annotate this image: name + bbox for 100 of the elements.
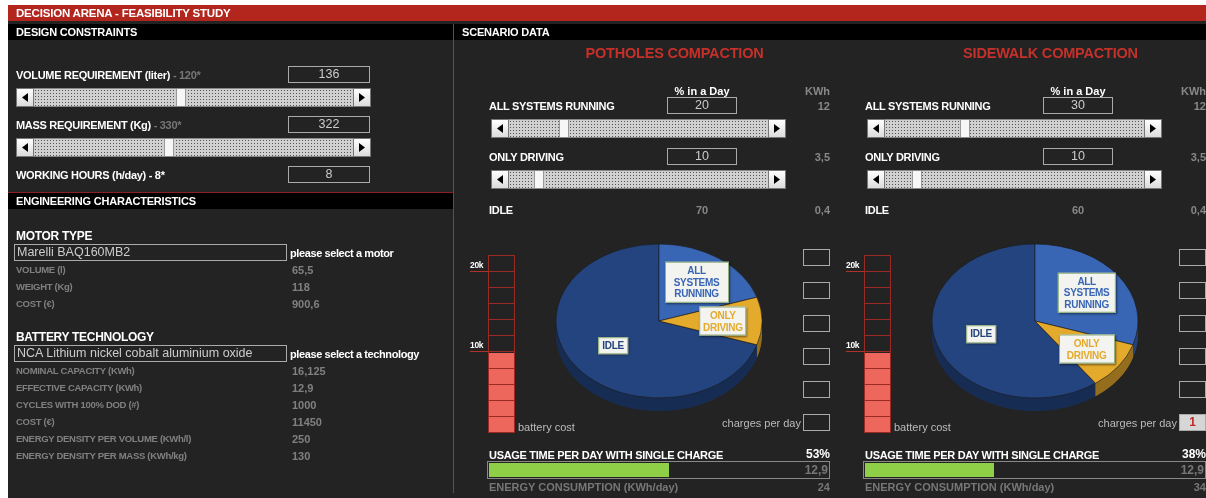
property-value: 12,9 <box>292 381 315 394</box>
kwh-value: 3,5 <box>1189 150 1206 163</box>
field-label: MASS REQUIREMENT (Kg) - 330* <box>16 118 183 131</box>
property-label: CYCLES WITH 100% DOD (#) <box>16 399 141 410</box>
scroll-right-button[interactable] <box>768 170 786 189</box>
scroll-left-button[interactable] <box>867 170 885 189</box>
slice-label: IDLE <box>966 325 996 343</box>
charge-slot <box>803 249 830 266</box>
kwh-value: 0,4 <box>813 203 830 216</box>
axis-tick-label: 20k <box>470 255 488 272</box>
axis-tick-label: 10k <box>470 335 488 352</box>
charge-slot <box>803 381 830 398</box>
slice-label: ALL SYSTEMS RUNNING <box>1057 272 1116 314</box>
section-header: SCENARIO DATA <box>454 24 1206 40</box>
usage-label: USAGE TIME PER DAY WITH SINGLE CHARGE <box>865 449 1099 461</box>
scenario-title: POTHOLES COMPACTION <box>584 45 765 63</box>
value-field[interactable]: 322 <box>288 116 370 133</box>
energy-label: ENERGY CONSUMPTION (KWh/day) <box>489 481 679 493</box>
scroll-right-button[interactable] <box>353 88 371 107</box>
row-label: ONLY DRIVING <box>489 150 565 163</box>
energy-label: ENERGY CONSUMPTION (KWh/day) <box>865 481 1055 493</box>
right-triangle-icon <box>774 124 780 133</box>
right-triangle-icon <box>1150 175 1156 184</box>
scroll-right-button[interactable] <box>1144 170 1162 189</box>
charges-count-field: 1 <box>1179 414 1206 431</box>
property-label: VOLUME (l) <box>16 264 67 275</box>
percent-field[interactable]: 30 <box>1043 97 1113 114</box>
kwh-value: 12 <box>1192 99 1206 112</box>
property-value: 250 <box>292 432 312 445</box>
energy-value: 34 <box>1193 481 1206 493</box>
kwh-value: 3,5 <box>813 150 830 163</box>
slider-thumb[interactable] <box>558 120 569 137</box>
column-header: KWh <box>1179 84 1206 97</box>
property-label: COST (€) <box>16 416 56 427</box>
capacity-value: 12,9 <box>1180 464 1204 476</box>
property-label: ENERGY DENSITY PER MASS (KWh/kg) <box>16 450 188 461</box>
property-value: 118 <box>292 280 311 293</box>
left-triangle-icon <box>22 143 28 152</box>
property-value: 16,125 <box>292 364 327 377</box>
property-value: 11450 <box>292 415 323 428</box>
group-title: MOTOR TYPE <box>15 229 94 244</box>
right-triangle-icon <box>359 143 365 152</box>
charge-slot <box>1179 348 1206 365</box>
row-label: ALL SYSTEMS RUNNING <box>489 99 616 112</box>
column-header: % in a Day <box>673 84 731 97</box>
left-triangle-icon <box>22 93 28 102</box>
charge-slot <box>803 348 830 365</box>
slider-thumb[interactable] <box>959 120 970 137</box>
property-value: 65,5 <box>292 263 315 276</box>
scroll-left-button[interactable] <box>16 138 34 157</box>
section-header: ENGINEERING CHARACTERISTICS <box>8 193 453 209</box>
scroll-left-button[interactable] <box>867 119 885 138</box>
percent-field[interactable]: 10 <box>667 148 737 165</box>
prompt-text: please select a motor <box>289 246 395 259</box>
gauge-label: charges per day <box>1098 416 1177 429</box>
column-header: % in a Day <box>1049 84 1107 97</box>
gauge-label: charges per day <box>722 416 801 429</box>
scroll-left-button[interactable] <box>16 88 34 107</box>
charge-slot <box>1179 381 1206 398</box>
capacity-value: 12,9 <box>804 464 828 476</box>
value-field[interactable]: 136 <box>288 66 370 83</box>
axis-tick-label: 20k <box>846 255 864 272</box>
usage-percent: 38% <box>1181 447 1206 461</box>
percent-field[interactable]: 10 <box>1043 148 1113 165</box>
slider-thumb[interactable] <box>163 139 174 156</box>
property-label: ENERGY DENSITY PER VOLUME (KWh/l) <box>16 433 193 444</box>
row-label: ALL SYSTEMS RUNNING <box>865 99 992 112</box>
scroll-right-button[interactable] <box>768 119 786 138</box>
field-label: VOLUME REQUIREMENT (liter) - 120* <box>16 68 202 81</box>
property-label: WEIGHT (Kg) <box>16 281 74 292</box>
usage-percent: 53% <box>805 447 830 461</box>
select-field[interactable]: Marelli BAQ160MB2 <box>14 244 287 261</box>
charge-slot <box>1179 282 1206 299</box>
select-field[interactable]: NCA Lithium nickel cobalt aluminium oxide <box>14 345 287 362</box>
group-title: BATTERY TECHNOLOGY <box>15 330 155 345</box>
row-label: IDLE <box>865 203 890 216</box>
charge-slot <box>803 315 830 332</box>
slider-thumb[interactable] <box>176 89 187 106</box>
gauge-label: battery cost <box>894 422 951 433</box>
percent-field[interactable]: 20 <box>667 97 737 114</box>
scroll-left-button[interactable] <box>491 170 509 189</box>
left-triangle-icon <box>873 124 879 133</box>
property-label: EFFECTIVE CAPACITY (KWh) <box>16 382 143 393</box>
charge-slot <box>803 414 830 431</box>
usage-label: USAGE TIME PER DAY WITH SINGLE CHARGE <box>489 449 723 461</box>
slider-thumb[interactable] <box>912 171 923 188</box>
property-value: 1000 <box>292 398 318 411</box>
scroll-right-button[interactable] <box>1144 119 1162 138</box>
right-triangle-icon <box>359 93 365 102</box>
percent-value: 70 <box>694 203 710 216</box>
scroll-right-button[interactable] <box>353 138 371 157</box>
left-triangle-icon <box>497 175 503 184</box>
property-value: 900,6 <box>292 297 321 310</box>
right-triangle-icon <box>774 175 780 184</box>
kwh-value: 0,4 <box>1189 203 1206 216</box>
value-field[interactable]: 8 <box>288 166 370 183</box>
scroll-left-button[interactable] <box>491 119 509 138</box>
gauge-label: battery cost <box>518 422 575 433</box>
slider-thumb[interactable] <box>533 171 544 188</box>
property-label: NOMINAL CAPACITY (KWh) <box>16 365 136 376</box>
